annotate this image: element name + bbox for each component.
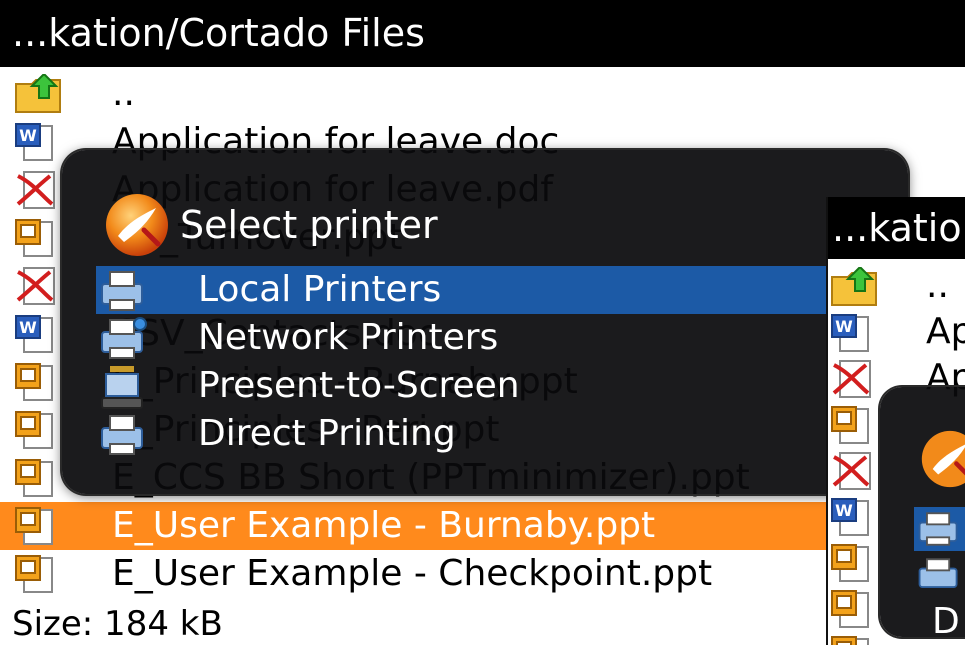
file-name: E_User Example - Checkpoint.ppt [112, 553, 713, 594]
folder-up-icon [15, 74, 61, 113]
direct-printer-icon [101, 415, 143, 455]
local-printer-icon [918, 512, 958, 546]
ppt-icon [15, 555, 53, 593]
cortado-logo-icon [106, 194, 168, 256]
main-screen: ...kation/Cortado Files .. W Application f… [0, 0, 965, 645]
select-printer-dialog: Select printer Local Printers Network Pri… [62, 150, 908, 494]
folder-up-icon [831, 267, 877, 306]
status-bar: Size: 184 kB [12, 604, 223, 644]
pdf-icon [832, 360, 871, 398]
svg-text:W: W [835, 501, 853, 520]
menu-item-local-printers[interactable]: Local Printers [96, 266, 908, 314]
secondary-menu-item-local-printers[interactable] [914, 507, 965, 551]
printer-menu: Local Printers Network Printers Present-to… [96, 266, 908, 458]
secondary-select-printer-dialog: D [880, 387, 965, 642]
svg-text:W: W [835, 317, 853, 336]
menu-item-label: Network Printers [198, 317, 499, 358]
ppt-icon [15, 411, 53, 449]
svg-text:W: W [19, 126, 37, 145]
secondary-menu-item-label: D [932, 601, 960, 642]
cortado-logo-icon [921, 430, 965, 488]
ppt-icon [831, 636, 869, 645]
file-row[interactable]: .. [828, 263, 965, 309]
network-printer-icon [101, 317, 147, 359]
pdf-icon [16, 267, 55, 305]
menu-item-direct-printing[interactable]: Direct Printing [96, 410, 908, 458]
ppt-icon [15, 219, 53, 257]
title-bar: ...kation/Cortado Files [0, 0, 965, 67]
file-name: E_User Example - Burnaby.ppt [112, 505, 656, 546]
pdf-icon [832, 452, 871, 490]
word-doc-icon: W [15, 315, 53, 353]
word-doc-icon: W [831, 498, 869, 536]
ppt-icon [15, 459, 53, 497]
file-row[interactable]: E_User Example - Burnaby.ppt [0, 502, 965, 550]
dialog-title: Select printer [180, 203, 438, 247]
ppt-icon [15, 363, 53, 401]
menu-item-network-printers[interactable]: Network Printers [96, 314, 908, 362]
svg-text:W: W [19, 318, 37, 337]
file-name: .. [926, 265, 949, 306]
word-doc-icon: W [831, 314, 869, 352]
ppt-icon [831, 406, 869, 444]
file-name: Ap [926, 311, 965, 352]
secondary-title-bar: ...katio [828, 197, 965, 259]
ppt-icon [831, 544, 869, 582]
secondary-screen: ...katio ..W ApAp W D [826, 197, 965, 645]
file-row[interactable]: .. [0, 70, 965, 118]
menu-item-present-to-screen[interactable]: Present-to-Screen [96, 362, 908, 410]
menu-item-label: Local Printers [198, 269, 442, 310]
file-row[interactable]: E_User Example - Checkpoint.ppt [0, 550, 965, 598]
pdf-icon [16, 171, 55, 209]
menu-item-label: Present-to-Screen [198, 365, 520, 406]
menu-item-label: Direct Printing [198, 413, 456, 454]
file-row[interactable]: W Ap [828, 309, 965, 355]
secondary-menu-item-network-printers[interactable] [914, 553, 965, 597]
projector-icon [101, 366, 143, 409]
ppt-icon [831, 590, 869, 628]
local-printer-icon [101, 271, 143, 311]
file-name: .. [112, 73, 135, 114]
word-doc-icon: W [15, 123, 53, 161]
network-printer-icon [918, 558, 958, 588]
ppt-icon [15, 507, 53, 545]
